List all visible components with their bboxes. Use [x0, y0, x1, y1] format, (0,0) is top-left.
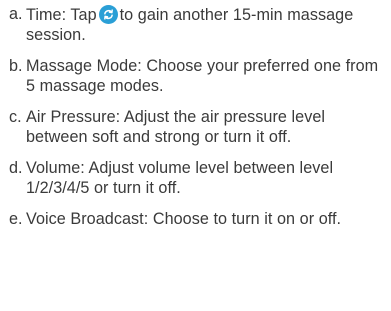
- item-text: Time: Tap to gain another 15-min massage…: [26, 5, 385, 45]
- item-text: Air Pressure: Adjust the air pressure le…: [26, 108, 326, 146]
- item-text: Volume: Adjust volume level between leve…: [26, 159, 334, 197]
- refresh-timer-icon: [98, 5, 118, 24]
- list-item-time: a. Time: Tap to gain another 15-min mass…: [9, 5, 385, 45]
- item-text: Voice Broadcast: Choose to turn it on or…: [26, 210, 342, 228]
- item-letter: e.: [9, 210, 23, 228]
- item-letter: b.: [9, 57, 23, 75]
- item-letter: d.: [9, 159, 23, 177]
- item-letter: c.: [9, 108, 22, 126]
- item-text: Massage Mode: Choose your preferred one …: [26, 57, 379, 95]
- list-item-massage-mode: b. Massage Mode: Choose your preferred o…: [9, 57, 385, 96]
- list-item-air-pressure: c. Air Pressure: Adjust the air pressure…: [9, 108, 385, 147]
- list-item-volume: d. Volume: Adjust volume level between l…: [9, 159, 385, 198]
- list-item-voice-broadcast: e. Voice Broadcast: Choose to turn it on…: [9, 210, 385, 230]
- item-letter: a.: [9, 5, 23, 23]
- instruction-list: a. Time: Tap to gain another 15-min mass…: [0, 0, 391, 311]
- item-text-before-icon: Time: Tap: [26, 6, 97, 24]
